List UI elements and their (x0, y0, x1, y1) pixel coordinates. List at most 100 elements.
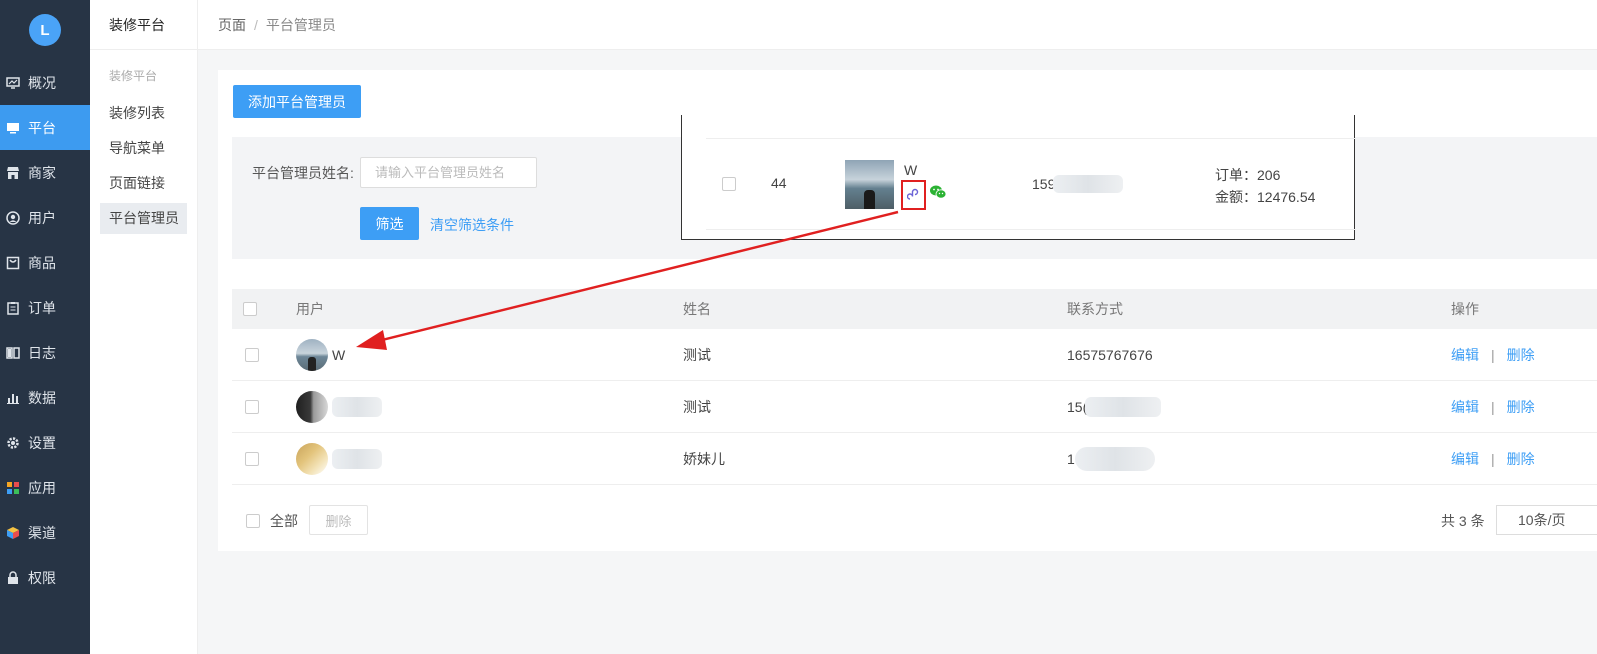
add-admin-button[interactable]: 添加平台管理员 (233, 85, 361, 118)
row-checkbox[interactable] (245, 347, 259, 362)
header-user: 用户 (296, 301, 324, 317)
header-contact: 联系方式 (1067, 301, 1123, 317)
edit-link[interactable]: 编辑 (1451, 397, 1479, 417)
main-nav: L 概况 平台 商家 用户 商品 订单 日志 数据 设置 应用 渠道 权限 (0, 0, 90, 654)
nav-item-apps[interactable]: 应用 (0, 465, 90, 510)
store-icon (6, 166, 20, 180)
admin-name-label: 平台管理员姓名: (252, 165, 354, 181)
table-header: 用户 姓名 联系方式 操作 (232, 289, 1597, 329)
nav-label: 数据 (28, 389, 56, 406)
delete-link[interactable]: 删除 (1507, 345, 1535, 365)
order-count: 订单：206 (1215, 167, 1281, 183)
nav-item-user[interactable]: 用户 (0, 195, 90, 240)
admin-name-input[interactable] (360, 157, 537, 188)
monitor-icon (6, 121, 20, 135)
nav-item-data[interactable]: 数据 (0, 375, 90, 420)
avatar (296, 390, 328, 423)
nav-item-order[interactable]: 订单 (0, 285, 90, 330)
nav-label: 商家 (28, 164, 56, 181)
nav-item-merchant[interactable]: 商家 (0, 150, 90, 195)
row-checkbox (722, 177, 736, 191)
admin-phone: 15( (1067, 398, 1088, 415)
ops-separator: | (1491, 450, 1495, 467)
ops-separator: | (1491, 398, 1495, 415)
edit-link[interactable]: 编辑 (1451, 345, 1479, 365)
logo[interactable]: L (29, 14, 61, 46)
nav-item-goods[interactable]: 商品 (0, 240, 90, 285)
nav-item-log[interactable]: 日志 (0, 330, 90, 375)
submenu-item-nav-menu[interactable]: 导航菜单 (100, 133, 187, 164)
admin-phone: 16575767676 (1067, 346, 1153, 363)
clipboard-icon (6, 301, 20, 315)
admin-name: 测试 (683, 346, 711, 363)
user-icon (6, 210, 20, 225)
divider (706, 229, 1356, 230)
nav-label: 设置 (28, 434, 56, 451)
header-name: 姓名 (683, 301, 711, 317)
nav-label: 概况 (28, 74, 56, 91)
breadcrumb-current: 平台管理员 (265, 16, 336, 33)
nav-label: 用户 (28, 209, 56, 226)
order-amount: 金额：12476.54 (1215, 189, 1316, 205)
select-all-checkbox[interactable] (246, 514, 260, 528)
select-all-label: 全部 (270, 513, 298, 529)
book-icon (6, 346, 20, 360)
admin-name: 娇妹儿 (683, 450, 725, 467)
submenu-title: 装修平台 (90, 0, 197, 50)
sub-menu: 装修平台 装修平台 装修列表 导航菜单 页面链接 平台管理员 (90, 0, 198, 654)
lock-icon (6, 570, 20, 585)
delete-link[interactable]: 删除 (1507, 449, 1535, 469)
nav-label: 商品 (28, 254, 56, 271)
avatar (296, 338, 328, 371)
nav-item-platform[interactable]: 平台 (0, 105, 90, 150)
divider (706, 138, 1356, 139)
user-phone: 159 (1032, 176, 1056, 192)
submenu-item-page-links[interactable]: 页面链接 (100, 168, 187, 199)
breadcrumb: 页面 / 平台管理员 (198, 0, 1597, 50)
gear-icon (6, 436, 20, 450)
row-checkbox[interactable] (245, 399, 259, 414)
nav-item-settings[interactable]: 设置 (0, 420, 90, 465)
nav-item-overview[interactable]: 概况 (0, 60, 90, 105)
nav-label: 应用 (28, 479, 56, 496)
clear-filter-link[interactable]: 清空筛选条件 (430, 215, 514, 235)
row-checkbox[interactable] (245, 451, 259, 466)
table-footer: 全部 删除 共 3 条 10条/页 (232, 505, 1597, 535)
select-all-header-checkbox[interactable] (243, 302, 257, 316)
admin-name: 测试 (683, 398, 711, 415)
breadcrumb-root[interactable]: 页面 (218, 15, 246, 35)
bulk-delete-button[interactable]: 删除 (309, 505, 368, 535)
delete-link[interactable]: 删除 (1507, 397, 1535, 417)
total-count: 共 3 条 (1441, 513, 1485, 529)
nav-label: 订单 (28, 299, 56, 316)
breadcrumb-separator: / (254, 16, 258, 33)
blurred-nickname (332, 396, 382, 417)
blurred-phone (1053, 175, 1124, 193)
nav-item-channel[interactable]: 渠道 (0, 510, 90, 555)
user-nickname: W (332, 346, 346, 363)
table-row: 测试 15( 编辑 | 删除 (232, 381, 1597, 433)
nav-label: 权限 (28, 569, 56, 586)
zoom-callout: 44 W 159 订单：206 金额：12476.54 (681, 115, 1356, 240)
edit-link[interactable]: 编辑 (1451, 449, 1479, 469)
nav-item-permission[interactable]: 权限 (0, 555, 90, 600)
avatar (296, 442, 328, 475)
blurred-phone (1085, 396, 1162, 417)
table-row: 娇妹儿 1 编辑 | 删除 (232, 433, 1597, 485)
page-size-select[interactable]: 10条/页 (1496, 505, 1597, 535)
filter-button[interactable]: 筛选 (360, 207, 419, 240)
admin-table: 用户 姓名 联系方式 操作 W 测试 16575767676 编辑 | 删除 测… (232, 289, 1597, 485)
order-summary: 订单：206 金额：12476.54 (1215, 164, 1315, 208)
user-nickname: W (904, 162, 918, 178)
ops-separator: | (1491, 346, 1495, 363)
cube-icon (6, 526, 20, 540)
nav-label: 平台 (28, 119, 56, 136)
apps-grid-icon (6, 481, 20, 495)
submenu-item-decoration-list[interactable]: 装修列表 (100, 98, 187, 129)
overview-icon (6, 76, 20, 90)
submenu-item-platform-admins[interactable]: 平台管理员 (100, 203, 187, 234)
bag-icon (6, 256, 20, 270)
table-row: W 测试 16575767676 编辑 | 删除 (232, 329, 1597, 381)
nav-label: 渠道 (28, 524, 56, 541)
header-ops: 操作 (1451, 301, 1479, 317)
